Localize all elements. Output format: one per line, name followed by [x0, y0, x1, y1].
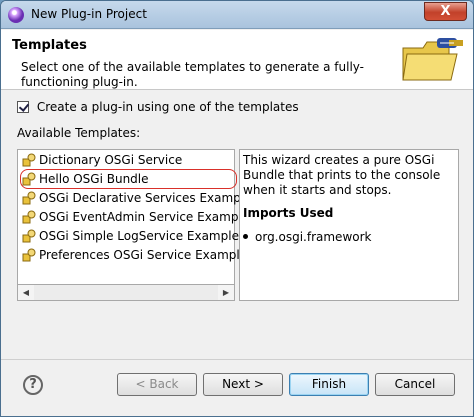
footer-divider: [1, 359, 473, 360]
template-label: OSGi EventAdmin Service Example: [39, 210, 250, 224]
folder-banner-icon: [402, 38, 463, 81]
list-item[interactable]: OSGi Simple LogService Example: [22, 227, 239, 245]
plugin-template-icon: [22, 210, 36, 224]
selection-outline: [20, 169, 237, 189]
list-item[interactable]: OSGi Declarative Services Example: [22, 189, 252, 207]
template-description-panel: This wizard creates a pure OSGi Bundle t…: [239, 149, 459, 301]
template-label: Preferences OSGi Service Example: [39, 248, 248, 262]
help-button[interactable]: ?: [23, 375, 43, 395]
scroll-right-icon[interactable]: ▶: [218, 285, 234, 300]
template-label: OSGi Simple LogService Example: [39, 229, 239, 243]
create-template-checkbox-row[interactable]: Create a plug-in using one of the templa…: [17, 100, 299, 116]
template-description-text: This wizard creates a pure OSGi Bundle t…: [243, 153, 441, 197]
scroll-left-icon[interactable]: ◀: [18, 285, 34, 300]
templates-list[interactable]: Dictionary OSGi Service Hello OSGi Bundl…: [17, 149, 252, 297]
finish-button[interactable]: Finish: [289, 373, 369, 396]
imports-used-heading: Imports Used: [243, 206, 334, 220]
close-button[interactable]: X: [424, 2, 467, 21]
template-label: OSGi Declarative Services Example: [39, 191, 252, 205]
import-item: org.osgi.framework: [243, 230, 371, 244]
list-item[interactable]: Dictionary OSGi Service: [22, 151, 182, 169]
list-item-selected[interactable]: Hello OSGi Bundle: [20, 169, 237, 189]
create-template-label: Create a plug-in using one of the templa…: [36, 100, 299, 114]
plugin-template-icon: [22, 191, 36, 205]
list-item[interactable]: Preferences OSGi Service Example: [22, 246, 247, 264]
wizard-window: New Plug-in Project X Templates Select o…: [0, 0, 474, 417]
page-title: Templates: [12, 38, 87, 53]
import-label: org.osgi.framework: [255, 230, 372, 244]
cancel-button[interactable]: Cancel: [375, 373, 455, 396]
eclipse-icon: [8, 7, 24, 23]
plugin-template-icon: [22, 229, 36, 243]
plugin-template-icon: [22, 153, 36, 167]
list-item[interactable]: OSGi EventAdmin Service Example: [22, 208, 249, 226]
template-label: Dictionary OSGi Service: [39, 153, 183, 167]
window-title: New Plug-in Project: [31, 7, 147, 21]
available-templates-label: Available Templates:: [17, 126, 141, 140]
horizontal-scrollbar[interactable]: ◀ ▶: [17, 284, 235, 301]
bullet-icon: [243, 234, 248, 239]
create-template-checkbox[interactable]: [17, 101, 29, 113]
wizard-header: Templates Select one of the available te…: [1, 30, 473, 90]
next-button[interactable]: Next >: [203, 373, 283, 396]
back-button[interactable]: < Back: [117, 373, 197, 396]
plugin-template-icon: [22, 248, 36, 262]
page-description: Select one of the available templates to…: [21, 60, 365, 89]
title-bar: New Plug-in Project X: [1, 1, 473, 29]
